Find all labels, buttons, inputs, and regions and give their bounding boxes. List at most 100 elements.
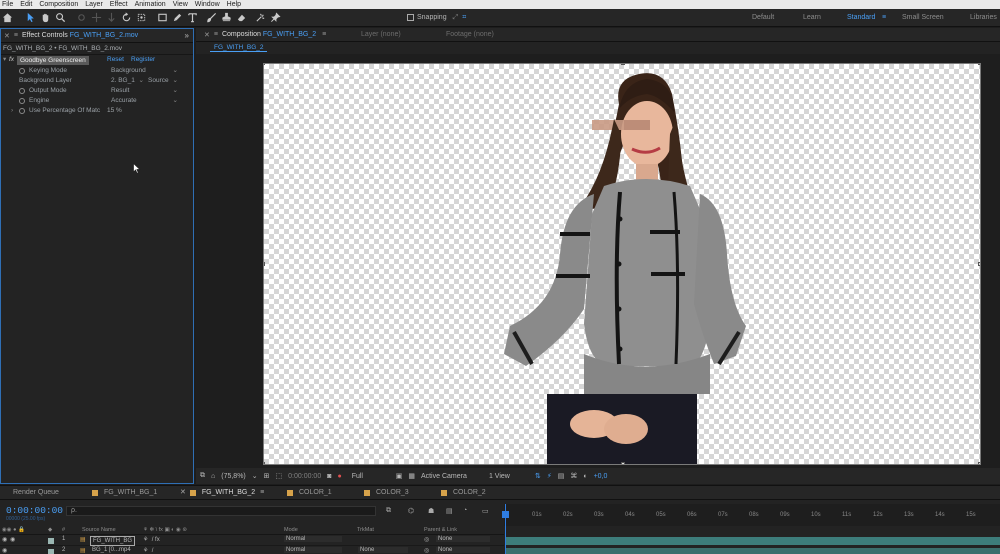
hide-shy-layers-icon[interactable]: ☗ [428,507,434,515]
close-icon[interactable]: ✕ [4,32,10,40]
menu-composition[interactable]: Composition [39,0,78,9]
camera-dropdown[interactable]: Active Camera [421,473,483,480]
snapping-checkbox[interactable] [407,14,414,21]
arrow-select-icon[interactable] [23,10,38,25]
stopwatch-icon[interactable] [19,68,25,74]
show-channel-icon[interactable]: ● [337,473,341,480]
dolly-camera-icon[interactable] [104,10,119,25]
roto-brush-icon[interactable] [253,10,268,25]
pan-camera-icon[interactable] [89,10,104,25]
hand-icon[interactable] [38,10,53,25]
region-of-interest-icon[interactable]: ▣ [396,472,403,480]
transparency-grid-icon[interactable]: ▦ [408,472,415,480]
anchor-point-icon[interactable] [134,10,149,25]
timeline-icon[interactable]: ▤ [558,472,565,480]
mode-dropdown[interactable]: Normal [284,536,342,542]
snap-features-icon[interactable]: ⌗ [462,14,466,22]
snap-options-icon[interactable]: ⤢ [453,14,459,22]
transform-handle[interactable] [978,262,980,266]
workspace-libraries[interactable]: Libraries [970,9,997,27]
menu-view[interactable]: View [173,0,188,9]
eraser-icon[interactable] [234,10,249,25]
exposure-icon[interactable]: ◐ [583,473,587,480]
resolution-dropdown[interactable]: Full [352,473,390,480]
menu-effect[interactable]: Effect [110,0,128,9]
workspace-learn[interactable]: Learn [803,9,821,27]
current-time[interactable]: 0:00:00:00 [6,505,63,516]
effect-controls-tab[interactable]: ✕ ≡ Effect Controls FG_WITH_BG_2.mov » [1,29,193,43]
composition-viewer[interactable] [263,63,981,465]
layer-source-dropdown[interactable]: Source ⌄ [148,76,179,85]
reset-button[interactable]: Reset [107,55,124,65]
output-mode-dropdown[interactable]: Result ⌄ [111,86,179,95]
comp-flowchart-icon[interactable]: ⌘ [570,472,577,480]
tab-color-1[interactable]: COLOR_1 [287,486,332,500]
fast-previews-icon[interactable]: ⚡ [547,472,552,480]
transform-handle[interactable] [264,262,265,266]
stopwatch-icon[interactable] [19,88,25,94]
close-icon[interactable]: ✕ [180,486,186,500]
trkmat-dropdown[interactable]: None [358,547,408,553]
transform-handle[interactable] [621,462,625,464]
home-icon[interactable] [0,10,15,25]
fit-icon[interactable]: ⬚ [276,472,283,480]
transform-handle[interactable] [264,462,265,464]
tab-composition[interactable]: Composition FG_WITH_BG_2 [222,31,316,38]
workspace-menu-icon[interactable]: ≡ [882,9,886,27]
comp-menu-icon[interactable]: ≡ [322,31,326,38]
label-color-swatch[interactable] [48,538,54,544]
view-layout-dropdown[interactable]: 1 View [489,473,529,480]
puppet-pin-icon[interactable] [268,10,283,25]
workspace-standard[interactable]: Standard [847,9,875,27]
background-layer-dropdown[interactable]: 2. BG_1 ⌄ [111,76,145,85]
draft-3d-icon[interactable]: ⌬ [408,507,414,515]
breadcrumb[interactable]: FG_WITH_BG_2 [210,44,268,52]
table-row[interactable]: ◉ 2 ▤ BG_1 [0...mp4 ⚘ / Normal None ◎ No… [0,547,504,554]
menu-layer[interactable]: Layer [85,0,103,9]
frame-blending-icon[interactable]: ▤ [446,507,453,515]
always-preview-icon[interactable]: ⧉ [200,472,205,480]
transform-handle[interactable] [264,64,265,65]
visibility-eye-icon[interactable]: ◉ [2,547,7,554]
zoom-level-dropdown[interactable]: (75,8%) [221,473,246,480]
register-button[interactable]: Register [131,55,155,65]
expand-arrow-icon[interactable]: › [11,106,13,116]
layer-switches[interactable]: ⚘ / [143,547,153,554]
stopwatch-icon[interactable] [19,98,25,104]
brush-icon[interactable] [204,10,219,25]
table-row[interactable]: ◉ ◉ 1 ▤ FG_WITH_BG ⚘ / fx Normal ◎ None [0,536,504,546]
tab-layer[interactable]: Layer (none) [361,31,401,38]
clone-stamp-icon[interactable] [219,10,234,25]
toggle-pixel-aspect-icon[interactable]: ⇅ [535,472,541,480]
engine-dropdown[interactable]: Accurate ⌄ [111,96,179,105]
orbit-camera-icon[interactable] [74,10,89,25]
panel-menu-icon[interactable]: ≡ [260,486,264,500]
keying-mode-dropdown[interactable]: Background ⌄ [111,66,179,75]
snapping-toggle[interactable]: Snapping ⤢ ⌗ [407,14,466,22]
source-name-header[interactable]: Source Name [82,527,116,533]
effect-name[interactable]: Goodbye Greenscreen [17,56,89,65]
zoom-icon[interactable] [53,10,68,25]
transform-handle[interactable] [621,64,625,65]
snapshot-icon[interactable]: ◙ [327,473,331,480]
pen-icon[interactable] [170,10,185,25]
menu-edit[interactable]: Edit [20,0,32,9]
menu-help[interactable]: Help [227,0,241,9]
stopwatch-icon[interactable] [19,108,25,114]
rectangle-icon[interactable] [155,10,170,25]
mode-dropdown[interactable]: Normal [284,547,342,553]
layer-search-input[interactable]: ρ. [66,506,376,516]
workspace-default[interactable]: Default [752,9,774,27]
tab-fg-with-bg-2[interactable]: ✕ FG_WITH_BG_2 ≡ [180,486,264,500]
parent-dropdown[interactable]: None [436,536,490,542]
percentage-value[interactable]: 15 % [107,106,122,116]
layer-name[interactable]: FG_WITH_BG [90,536,136,546]
menu-window[interactable]: Window [195,0,220,9]
menu-file[interactable]: File [2,0,13,9]
playhead-handle[interactable] [502,511,509,518]
panel-menu-icon[interactable]: ≡ [14,32,18,39]
transform-handle[interactable] [978,64,980,65]
current-time-display[interactable]: 0:00:00:00 [288,473,321,480]
tab-footage[interactable]: Footage (none) [446,31,494,38]
motion-blur-icon[interactable]: ◔ [463,507,467,514]
